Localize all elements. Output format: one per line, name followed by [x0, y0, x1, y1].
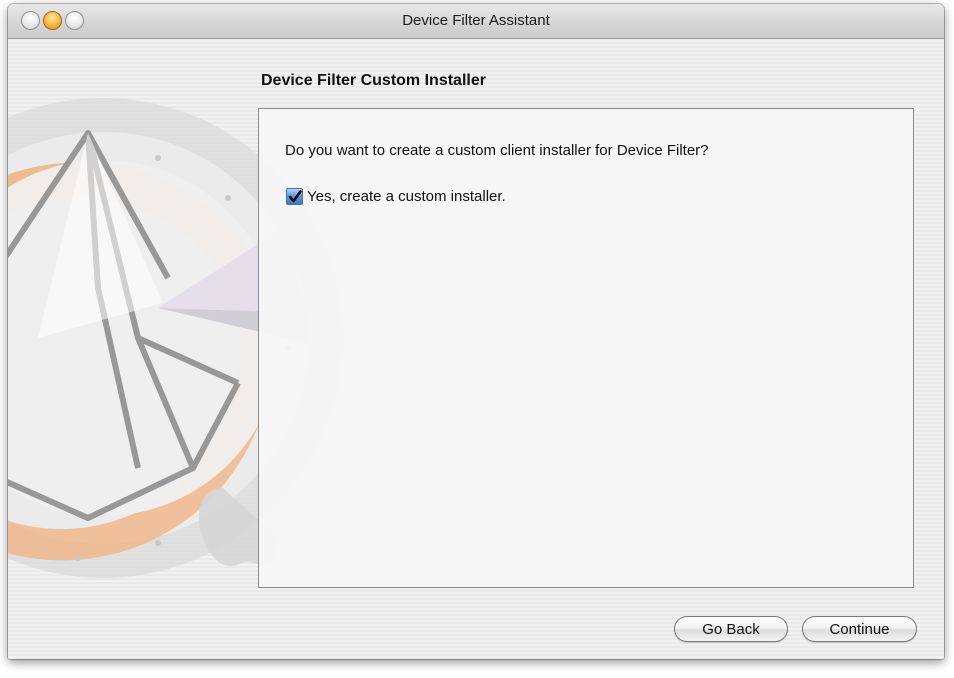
create-installer-checkbox[interactable] — [286, 188, 303, 205]
window-title: Device Filter Assistant — [402, 12, 550, 29]
installer-question: Do you want to create a custom client in… — [285, 142, 709, 159]
page-title: Device Filter Custom Installer — [261, 72, 486, 89]
create-installer-label[interactable]: Yes, create a custom installer. — [307, 188, 506, 205]
content-panel — [258, 108, 914, 588]
title-bar[interactable]: Device Filter Assistant — [8, 4, 944, 39]
create-installer-option[interactable]: Yes, create a custom installer. — [286, 188, 506, 205]
assistant-window: Device Filter Assistant Device Filter Cu… — [8, 4, 944, 659]
continue-button[interactable]: Continue — [802, 616, 917, 642]
go-back-button[interactable]: Go Back — [674, 616, 788, 642]
checkmark-icon — [288, 189, 302, 202]
